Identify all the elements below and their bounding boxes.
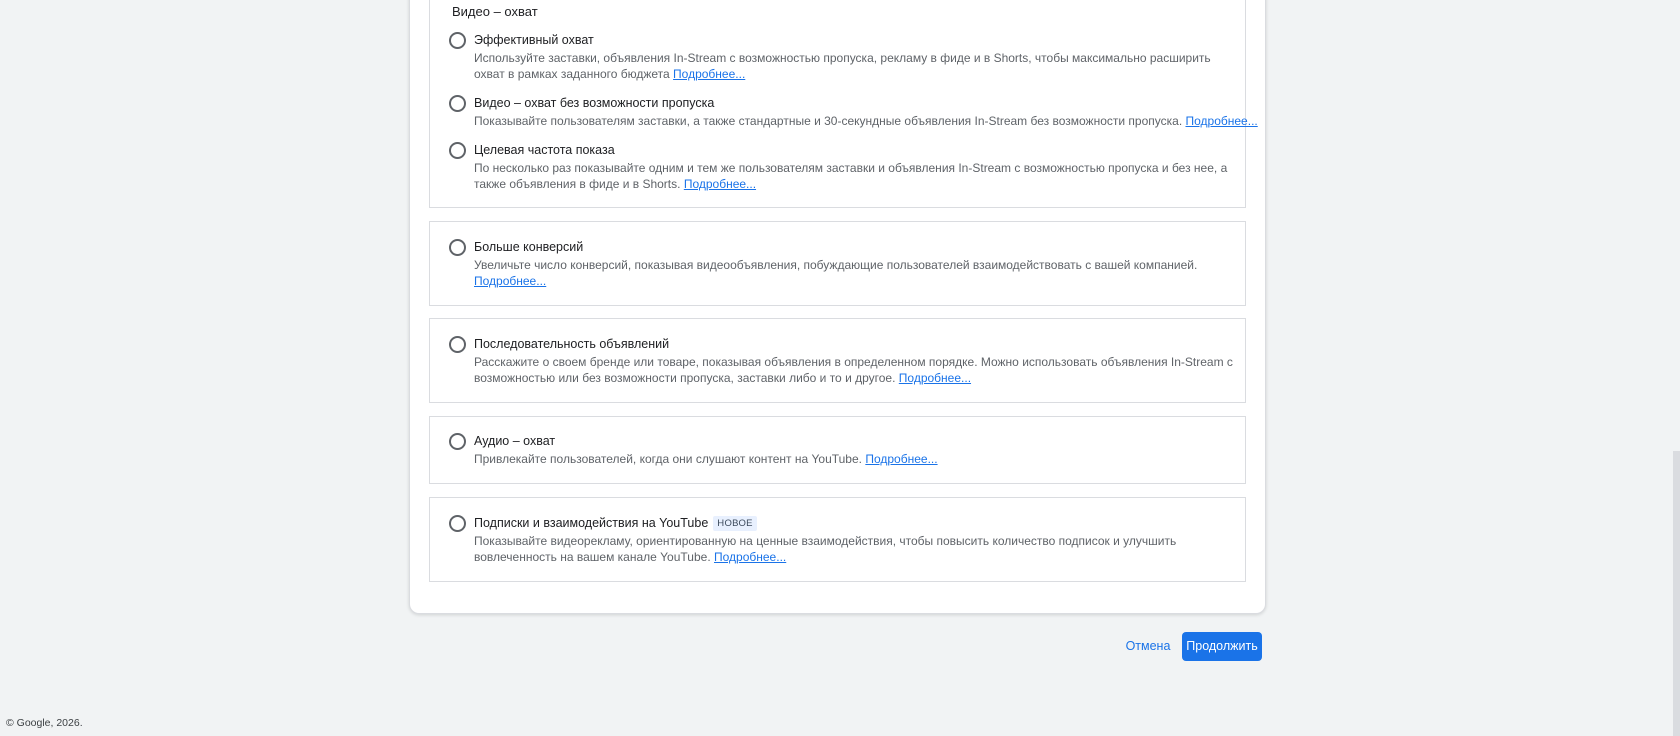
option-title-wrap: Подписки и взаимодействия на YouTube НОВО… xyxy=(474,515,757,532)
option-title: Аудио – охват xyxy=(474,434,556,448)
option-description-text: Расскажите о своем бренде или товаре, по… xyxy=(474,355,1233,385)
option-description: Используйте заставки, объявления In-Stre… xyxy=(474,50,1239,82)
option-description-text: Увеличьте число конверсий, показывая вид… xyxy=(474,258,1198,272)
radio-efficient-reach[interactable] xyxy=(449,32,466,49)
option-description: Расскажите о своем бренде или товаре, по… xyxy=(474,354,1239,386)
radio-more-conversions[interactable] xyxy=(449,239,466,256)
learn-more-link[interactable]: Подробнее... xyxy=(865,452,937,466)
radio-non-skippable-reach[interactable] xyxy=(449,95,466,112)
page-scrollbar[interactable] xyxy=(1673,451,1680,736)
radio-audio-reach[interactable] xyxy=(449,433,466,450)
option-title: Эффективный охват xyxy=(474,33,594,47)
option-description-text: Показывайте видеорекламу, ориентированну… xyxy=(474,534,1177,564)
option-title: Подписки и взаимодействия на YouTube xyxy=(474,516,709,530)
radio-target-frequency[interactable] xyxy=(449,142,466,159)
audio-reach-box xyxy=(429,416,1246,484)
learn-more-link[interactable]: Подробнее... xyxy=(684,177,756,191)
option-description: Показывайте пользователям заставки, а та… xyxy=(474,113,1274,129)
radio-youtube-engagement[interactable] xyxy=(449,515,466,532)
option-title: Видео – охват без возможности пропуска xyxy=(474,96,715,110)
learn-more-link[interactable]: Подробнее... xyxy=(474,274,546,288)
cancel-button[interactable]: Отмена xyxy=(1120,634,1176,658)
option-title: Последовательность объявлений xyxy=(474,337,670,351)
option-description: Привлекайте пользователей, когда они слу… xyxy=(474,451,1239,467)
option-description: По несколько раз показывайте одним и тем… xyxy=(474,160,1239,192)
learn-more-link[interactable]: Подробнее... xyxy=(714,550,786,564)
option-title: Больше конверсий xyxy=(474,240,584,254)
option-description: Увеличьте число конверсий, показывая вид… xyxy=(474,257,1239,289)
learn-more-link[interactable]: Подробнее... xyxy=(899,371,971,385)
option-description-text: По несколько раз показывайте одним и тем… xyxy=(474,161,1228,191)
section-title: Видео – охват xyxy=(452,4,538,19)
copyright-text: © Google, 2026. xyxy=(6,717,83,729)
option-description: Показывайте видеорекламу, ориентированну… xyxy=(474,533,1239,565)
new-badge: НОВОЕ xyxy=(713,516,757,531)
option-description-text: Используйте заставки, объявления In-Stre… xyxy=(474,51,1211,81)
learn-more-link[interactable]: Подробнее... xyxy=(673,67,745,81)
option-title: Целевая частота показа xyxy=(474,143,615,157)
option-description-text: Показывайте пользователям заставки, а та… xyxy=(474,114,1183,128)
option-description-text: Привлекайте пользователей, когда они слу… xyxy=(474,452,862,466)
continue-button[interactable]: Продолжить xyxy=(1182,632,1262,661)
radio-ad-sequence[interactable] xyxy=(449,336,466,353)
learn-more-link[interactable]: Подробнее... xyxy=(1186,114,1258,128)
